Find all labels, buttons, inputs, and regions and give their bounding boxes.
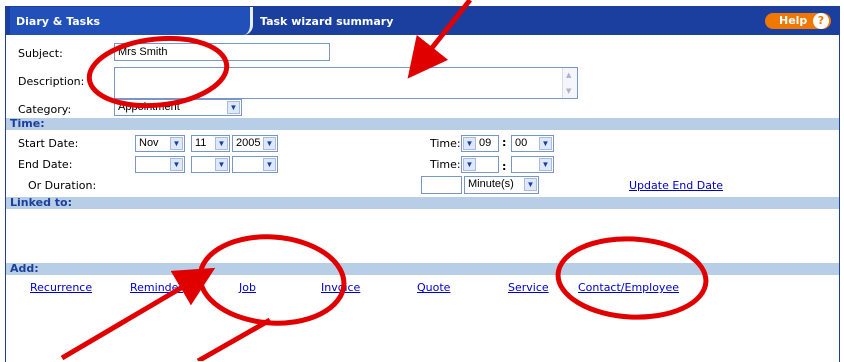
- end-day-select[interactable]: ▼: [191, 156, 230, 173]
- description-textarea[interactable]: ▲ ▼: [114, 67, 578, 99]
- duration-unit-select[interactable]: Minute(s) ▼: [464, 176, 539, 194]
- add-recurrence-link[interactable]: Recurrence: [30, 281, 92, 294]
- add-invoice-link[interactable]: Invoice: [321, 281, 360, 294]
- end-hour-select[interactable]: ▼: [461, 156, 499, 173]
- start-month-value: Nov: [139, 137, 159, 149]
- start-minute-value: 00: [515, 137, 528, 149]
- tab-bar: Diary & Tasks Task wizard summary Help ?: [6, 7, 839, 35]
- linked-section-label: Linked to:: [10, 196, 73, 209]
- chevron-down-icon: ▼: [539, 158, 552, 171]
- add-section-header: Add:: [6, 262, 839, 275]
- description-scrollbar[interactable]: ▲ ▼: [562, 68, 577, 98]
- chevron-down-icon: ▼: [215, 158, 228, 171]
- start-time-label: Time:: [430, 137, 461, 150]
- end-minute-select[interactable]: ▼: [511, 156, 554, 173]
- add-job-link[interactable]: Job: [239, 281, 256, 294]
- chevron-down-icon: ▼: [463, 158, 476, 171]
- start-year-value: 2005: [236, 137, 261, 149]
- chevron-down-icon: ▼: [170, 137, 183, 150]
- help-label: Help: [779, 14, 808, 27]
- start-hour-value: 09: [479, 137, 492, 149]
- time-section-header: Time:: [6, 117, 839, 130]
- chevron-down-icon: ▼: [539, 137, 552, 150]
- tab-diary-tasks-label: Diary & Tasks: [16, 15, 101, 28]
- category-value: Appointment: [118, 101, 180, 113]
- add-section-label: Add:: [10, 262, 39, 275]
- help-button[interactable]: Help ?: [765, 13, 831, 29]
- chevron-down-icon: ▼: [263, 158, 276, 171]
- end-time-label: Time:: [430, 158, 461, 171]
- start-date-label: Start Date:: [18, 137, 79, 150]
- start-day-value: 11: [195, 137, 207, 149]
- start-minute-select[interactable]: 00 ▼: [511, 135, 554, 152]
- description-label: Description:: [18, 75, 85, 88]
- time-section-label: Time:: [10, 117, 45, 130]
- duration-label: Or Duration:: [28, 179, 97, 192]
- add-contact-employee-link[interactable]: Contact/Employee: [578, 281, 679, 294]
- start-year-select[interactable]: 2005 ▼: [232, 135, 278, 152]
- update-end-date-link[interactable]: Update End Date: [629, 179, 723, 192]
- chevron-down-icon: ▼: [215, 137, 228, 150]
- tab-diary-tasks[interactable]: Diary & Tasks: [10, 7, 253, 35]
- scroll-up-icon[interactable]: ▲: [566, 72, 574, 79]
- chevron-down-icon: ▼: [524, 178, 537, 191]
- start-time-colon: :: [502, 136, 507, 149]
- chevron-down-icon: ▼: [263, 137, 276, 150]
- linked-section-header: Linked to:: [6, 196, 839, 209]
- add-service-link[interactable]: Service: [508, 281, 549, 294]
- end-time-colon: :: [502, 160, 507, 173]
- add-quote-link[interactable]: Quote: [417, 281, 450, 294]
- chevron-down-icon: ▼: [463, 137, 476, 150]
- end-date-label: End Date:: [18, 158, 73, 171]
- scroll-down-icon[interactable]: ▼: [566, 88, 574, 95]
- add-reminder-link[interactable]: Reminder: [130, 281, 183, 294]
- duration-unit-value: Minute(s): [468, 178, 514, 190]
- duration-input[interactable]: [421, 176, 462, 194]
- category-label: Category:: [18, 103, 72, 116]
- end-year-select[interactable]: ▼: [232, 156, 278, 173]
- start-day-select[interactable]: 11 ▼: [191, 135, 230, 152]
- tab-task-wizard-summary[interactable]: Task wizard summary: [260, 15, 393, 28]
- chevron-down-icon: ▼: [170, 158, 183, 171]
- task-form-frame: Diary & Tasks Task wizard summary Help ?…: [5, 6, 840, 362]
- chevron-down-icon: ▼: [227, 101, 240, 114]
- subject-input[interactable]: Mrs Smith: [114, 43, 330, 61]
- end-month-select[interactable]: ▼: [135, 156, 185, 173]
- start-month-select[interactable]: Nov ▼: [135, 135, 185, 152]
- help-question-icon: ?: [813, 13, 829, 29]
- start-hour-select[interactable]: ▼ 09: [461, 135, 499, 152]
- category-select[interactable]: Appointment ▼: [114, 99, 242, 116]
- subject-label: Subject:: [18, 47, 63, 60]
